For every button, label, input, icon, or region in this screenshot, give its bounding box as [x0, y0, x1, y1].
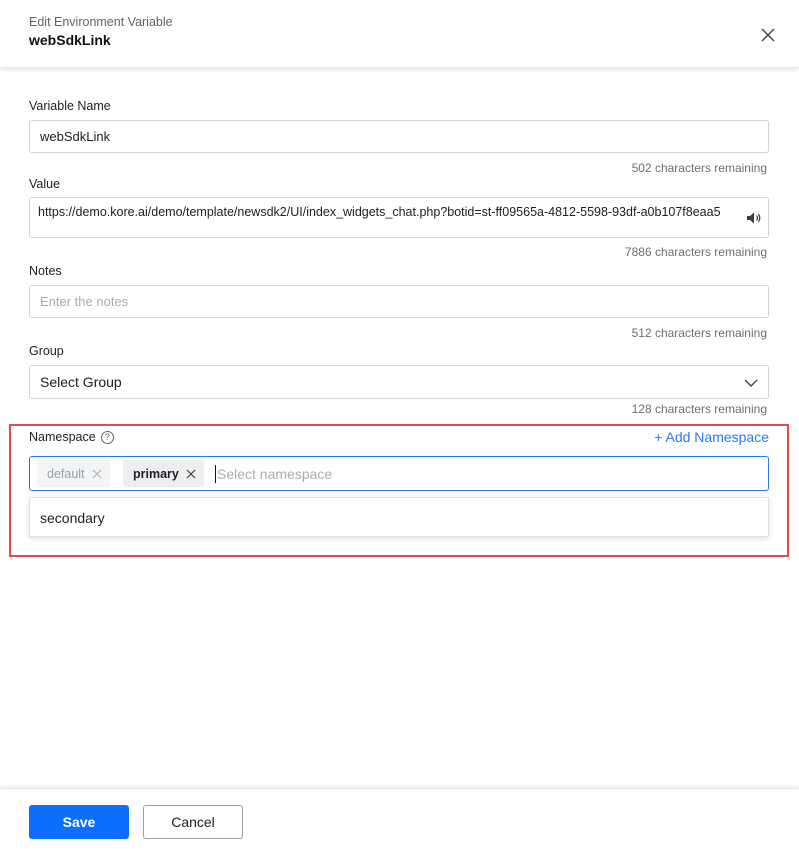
namespace-label-wrap: Namespace? [29, 430, 114, 444]
notes-label: Notes [29, 264, 62, 278]
namespace-search-input[interactable] [217, 458, 717, 489]
speaker-icon[interactable] [746, 211, 762, 225]
value-helper: 7886 characters remaining [624, 245, 767, 259]
question-circle-icon[interactable]: ? [100, 431, 114, 444]
save-button[interactable]: Save [29, 805, 129, 839]
namespace-multiselect[interactable]: default primary [29, 456, 769, 491]
remove-chip-icon[interactable] [92, 469, 102, 479]
namespace-chip-primary: primary [123, 460, 204, 487]
dialog-subtitle: Edit Environment Variable [29, 15, 173, 29]
notes-input[interactable] [29, 285, 769, 318]
group-select-value: Select Group [40, 374, 122, 390]
value-text: https://demo.kore.ai/demo/template/newsd… [38, 205, 721, 219]
text-cursor [215, 465, 216, 483]
variable-name-input[interactable] [29, 120, 769, 153]
notes-helper: 512 characters remaining [631, 326, 767, 340]
cancel-button[interactable]: Cancel [143, 805, 243, 839]
chip-label: primary [133, 466, 179, 481]
chevron-down-icon [744, 379, 758, 387]
namespace-chip-default: default [37, 460, 110, 487]
remove-chip-icon[interactable] [186, 469, 196, 479]
group-label: Group [29, 344, 64, 358]
namespace-dropdown: secondary [29, 497, 769, 537]
group-select[interactable]: Select Group [29, 365, 769, 399]
namespace-label: Namespace [29, 430, 96, 444]
add-namespace-link[interactable]: + Add Namespace [654, 429, 769, 445]
value-textarea[interactable]: https://demo.kore.ai/demo/template/newsd… [29, 197, 769, 238]
group-helper: 128 characters remaining [631, 402, 767, 416]
namespace-option[interactable]: secondary [30, 498, 768, 538]
dialog-footer: Save Cancel [0, 788, 799, 849]
value-label: Value [29, 177, 61, 191]
chip-label: default [47, 466, 85, 481]
variable-name-helper: 502 characters remaining [631, 161, 767, 175]
dialog-title: webSdkLink [29, 32, 111, 48]
dialog-header: Edit Environment Variable webSdkLink [0, 0, 799, 68]
variable-name-label: Variable Name [29, 99, 111, 113]
close-icon[interactable] [758, 25, 778, 45]
